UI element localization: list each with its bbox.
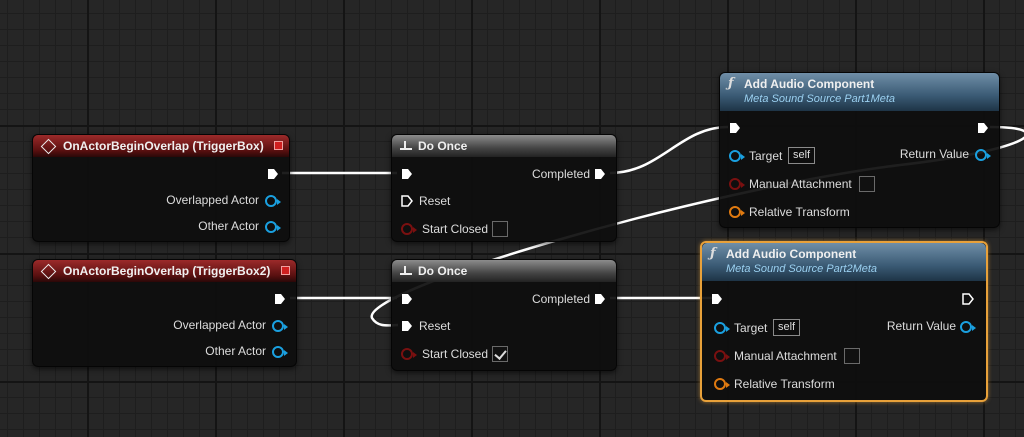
return-value-pin[interactable] <box>960 321 976 333</box>
event-node-header[interactable]: OnActorBeginOverlap (TriggerBox2) <box>33 260 296 282</box>
relative-transform-pin[interactable] <box>729 206 745 218</box>
overlapped-actor-pin[interactable] <box>265 195 281 207</box>
add-audio-component-node-1[interactable]: ƒ Add Audio Component Meta Sound Source … <box>719 72 1000 228</box>
return-value-label: Return Value <box>886 319 956 333</box>
exec-output-pin[interactable] <box>274 293 286 305</box>
manual-attachment-checkbox[interactable] <box>859 176 875 192</box>
add-audio-component-node-2[interactable]: ƒ Add Audio Component Meta Sound Source … <box>700 241 988 402</box>
pin-label-other-actor: Other Actor <box>198 219 259 233</box>
do-once-icon <box>400 141 412 151</box>
completed-exec-pin[interactable] <box>594 293 606 305</box>
completed-label: Completed <box>531 292 590 306</box>
do-once-node-2[interactable]: Do Once Completed Reset Start Closed <box>391 259 617 371</box>
completed-exec-pin[interactable] <box>594 168 606 180</box>
exec-input-pin[interactable] <box>401 293 413 305</box>
overlapped-actor-pin[interactable] <box>272 320 288 332</box>
target-self-value[interactable]: self <box>773 319 801 336</box>
return-value-pin[interactable] <box>975 149 991 161</box>
pin-label-overlapped-actor: Overlapped Actor <box>166 193 259 207</box>
do-once-title: Do Once <box>418 139 468 153</box>
do-once-header[interactable]: Do Once <box>392 260 616 282</box>
manual-attachment-label: Manual Attachment <box>749 177 852 191</box>
relative-transform-label: Relative Transform <box>749 205 850 219</box>
pin-label-overlapped-actor: Overlapped Actor <box>173 318 266 332</box>
wire-doonce1-to-audio1 <box>609 125 729 175</box>
other-actor-pin[interactable] <box>265 221 281 233</box>
start-closed-label: Start Closed <box>422 347 489 361</box>
return-value-label: Return Value <box>899 147 969 161</box>
exec-output-pin[interactable] <box>962 293 974 305</box>
target-pin[interactable] <box>729 150 745 162</box>
reset-exec-pin[interactable] <box>401 195 413 207</box>
event-node-title: OnActorBeginOverlap (TriggerBox) <box>63 139 264 153</box>
checkmark-icon <box>494 347 507 360</box>
function-node-header[interactable]: ƒ Add Audio Component Meta Sound Source … <box>702 243 986 281</box>
start-closed-pin[interactable] <box>401 223 417 235</box>
do-once-icon <box>400 266 412 276</box>
target-pin[interactable] <box>714 322 730 334</box>
start-closed-pin[interactable] <box>401 348 417 360</box>
manual-attachment-pin[interactable] <box>729 178 745 190</box>
reset-label: Reset <box>419 194 451 208</box>
reset-exec-pin[interactable] <box>401 320 413 332</box>
function-node-header[interactable]: ƒ Add Audio Component Meta Sound Source … <box>720 73 999 111</box>
exec-input-pin[interactable] <box>711 293 723 305</box>
event-node-triggerbox[interactable]: OnActorBeginOverlap (TriggerBox) Overlap… <box>32 134 290 242</box>
manual-attachment-pin[interactable] <box>714 350 730 362</box>
other-actor-pin[interactable] <box>272 346 288 358</box>
relative-transform-pin[interactable] <box>714 378 730 390</box>
relative-transform-label: Relative Transform <box>734 377 835 391</box>
start-closed-checkbox[interactable] <box>492 221 508 237</box>
completed-label: Completed <box>531 167 590 181</box>
pin-label-other-actor: Other Actor <box>205 344 266 358</box>
event-diamond-icon <box>40 263 57 279</box>
event-diamond-icon <box>40 138 57 154</box>
function-icon: ƒ <box>728 76 734 91</box>
exec-input-pin[interactable] <box>401 168 413 180</box>
event-node-header[interactable]: OnActorBeginOverlap (TriggerBox) <box>33 135 289 157</box>
target-label: Target <box>749 149 783 163</box>
event-stop-icon <box>281 266 290 275</box>
function-subtitle: Meta Sound Source Part1Meta <box>744 93 896 105</box>
start-closed-label: Start Closed <box>422 222 489 236</box>
function-icon: ƒ <box>710 246 716 261</box>
function-title: Add Audio Component <box>726 247 857 261</box>
do-once-title: Do Once <box>418 264 468 278</box>
do-once-header[interactable]: Do Once <box>392 135 616 157</box>
event-node-title: OnActorBeginOverlap (TriggerBox2) <box>63 264 271 278</box>
start-closed-checkbox[interactable] <box>492 346 508 362</box>
target-label: Target <box>734 321 768 335</box>
event-stop-icon <box>274 141 283 150</box>
target-self-value[interactable]: self <box>788 147 816 164</box>
exec-output-pin[interactable] <box>977 122 989 134</box>
event-node-triggerbox2[interactable]: OnActorBeginOverlap (TriggerBox2) Overla… <box>32 259 297 367</box>
function-title: Add Audio Component <box>744 77 875 91</box>
do-once-node-1[interactable]: Do Once Completed Reset Start Closed <box>391 134 617 242</box>
reset-label: Reset <box>419 319 451 333</box>
function-subtitle: Meta Sound Source Part2Meta <box>726 263 878 275</box>
manual-attachment-checkbox[interactable] <box>844 348 860 364</box>
exec-output-pin[interactable] <box>267 168 279 180</box>
manual-attachment-label: Manual Attachment <box>734 349 837 363</box>
exec-input-pin[interactable] <box>729 122 741 134</box>
